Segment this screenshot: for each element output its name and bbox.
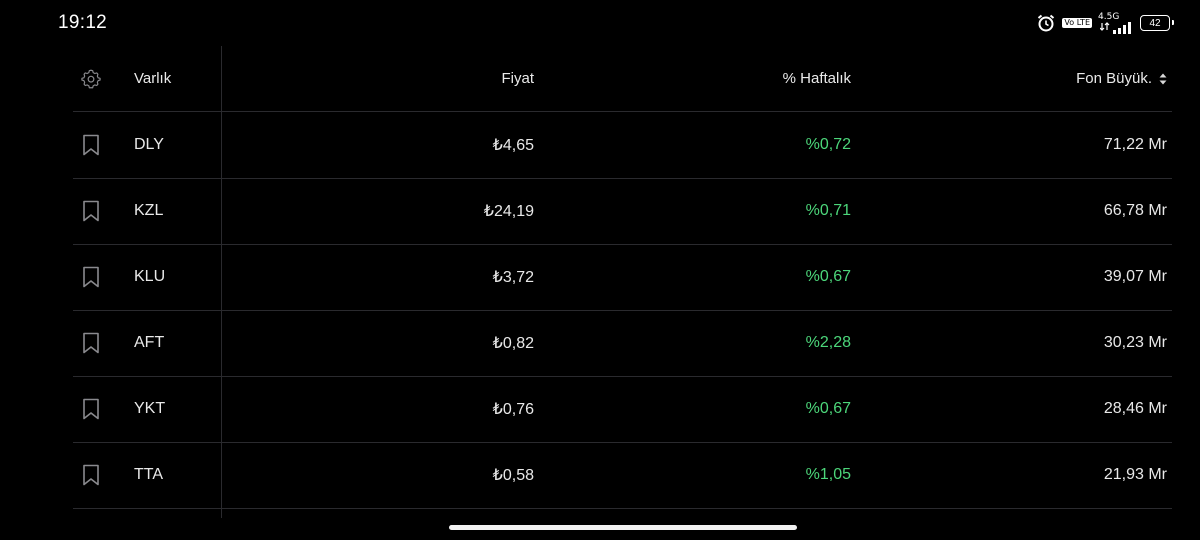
bookmark-button[interactable] — [73, 310, 109, 376]
fund-size-value: 28,46 Mr — [1103, 400, 1167, 417]
table-row[interactable]: TTA ₺0,58 %1,05 21,93 Mr — [73, 442, 1172, 509]
bookmark-button[interactable] — [73, 376, 109, 442]
header-price[interactable]: Fiyat — [501, 46, 534, 111]
asset-code: DLY — [134, 136, 164, 153]
settings-button[interactable] — [73, 46, 109, 111]
bookmark-icon — [83, 200, 99, 222]
fund-size-value: 71,22 Mr — [1103, 136, 1167, 153]
bookmark-button[interactable] — [73, 442, 109, 508]
table-row[interactable]: KZL ₺24,19 %0,71 66,78 Mr — [73, 178, 1172, 245]
header-asset[interactable]: Varlık — [134, 46, 171, 111]
price-value: ₺0,82 — [492, 335, 534, 352]
bookmark-button[interactable] — [73, 244, 109, 310]
table-row[interactable]: YKT ₺0,76 %0,67 28,46 Mr — [73, 376, 1172, 443]
system-icons: Vo LTE 4.5G 42 — [1036, 10, 1174, 36]
battery-icon: 42 — [1140, 15, 1174, 31]
asset-code: TTA — [134, 466, 164, 483]
price-value: ₺0,58 — [492, 467, 534, 484]
weekly-change: %0,71 — [805, 202, 851, 219]
weekly-change: %1,05 — [805, 466, 851, 483]
header-fund-size[interactable]: Fon Büyük. — [1076, 46, 1167, 111]
table-header: Varlık Fiyat % Haftalık Fon Büyük. — [73, 46, 1172, 112]
signal-icon — [1100, 22, 1131, 34]
table-row[interactable]: KLU ₺3,72 %0,67 39,07 Mr — [73, 244, 1172, 311]
gear-icon — [81, 69, 101, 88]
fund-size-value: 30,23 Mr — [1103, 334, 1167, 351]
bookmark-button[interactable] — [73, 112, 109, 178]
header-fund-size-label: Fon Büyük. — [1076, 70, 1152, 87]
battery-level: 42 — [1149, 17, 1161, 29]
bookmark-icon — [83, 266, 99, 288]
home-indicator[interactable] — [449, 525, 797, 530]
weekly-change: %0,67 — [805, 268, 851, 285]
weekly-change: %0,67 — [805, 400, 851, 417]
price-value: ₺4,65 — [492, 137, 534, 154]
signal-indicator: 4.5G — [1098, 12, 1134, 34]
table-row[interactable]: DLY ₺4,65 %0,72 71,22 Mr — [73, 112, 1172, 179]
weekly-change: %0,72 — [805, 136, 851, 153]
price-value: ₺3,72 — [492, 269, 534, 286]
sort-icon — [1159, 73, 1167, 84]
bookmark-icon — [83, 134, 99, 156]
bookmark-button[interactable] — [73, 178, 109, 244]
fund-size-value: 39,07 Mr — [1103, 268, 1167, 285]
bookmark-icon — [83, 464, 99, 486]
bookmark-icon — [83, 398, 99, 420]
fund-size-value: 66,78 Mr — [1103, 202, 1167, 219]
volte-badge: Vo LTE — [1062, 18, 1092, 28]
asset-code: KZL — [134, 202, 164, 219]
fund-size-value: 21,93 Mr — [1103, 466, 1167, 483]
asset-code: KLU — [134, 268, 166, 285]
status-time: 19:12 — [58, 12, 108, 33]
fund-table: Varlık Fiyat % Haftalık Fon Büyük. DLY ₺4… — [73, 46, 1172, 520]
weekly-change: %2,28 — [805, 334, 851, 351]
asset-code: YKT — [134, 400, 166, 417]
bookmark-icon — [83, 332, 99, 354]
asset-code: AFT — [134, 334, 165, 351]
price-value: ₺24,19 — [483, 203, 534, 220]
price-value: ₺0,76 — [492, 401, 534, 418]
alarm-icon — [1038, 14, 1055, 32]
header-weekly[interactable]: % Haftalık — [783, 46, 851, 111]
table-row[interactable]: AFT ₺0,82 %2,28 30,23 Mr — [73, 310, 1172, 377]
status-bar: 19:12 Vo LTE 4.5G 42 — [0, 0, 1200, 46]
